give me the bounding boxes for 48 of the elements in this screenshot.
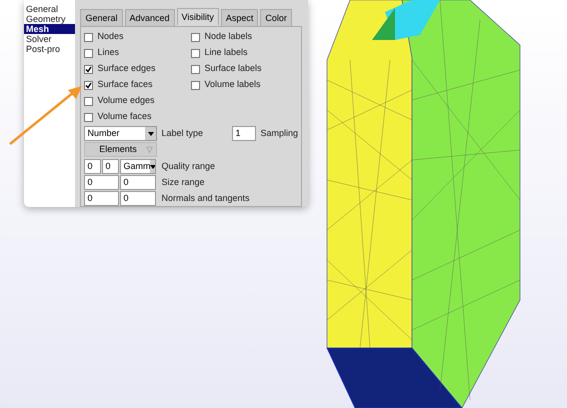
input-field[interactable]: 0: [84, 175, 120, 190]
checkbox-label: Nodes: [97, 30, 124, 44]
checkbox[interactable]: [191, 48, 200, 58]
checkbox-label: Volume faces: [97, 110, 152, 124]
checkbox[interactable]: [84, 96, 94, 106]
elements-button[interactable]: Elements ▽: [84, 142, 158, 157]
input-field[interactable]: 0: [120, 191, 156, 206]
checkbox[interactable]: [84, 48, 94, 58]
checkbox[interactable]: [191, 80, 200, 90]
sidebar-item[interactable]: Post-pro: [24, 44, 76, 54]
dropdown[interactable]: Gamm: [120, 159, 156, 174]
tab[interactable]: Color: [260, 9, 292, 26]
input-field[interactable]: 1: [232, 126, 256, 141]
sidebar-item[interactable]: Solver: [24, 34, 76, 44]
checkbox[interactable]: [191, 32, 200, 42]
checkbox-label: Volume labels: [204, 78, 261, 92]
checkbox-label: Surface labels: [204, 62, 262, 76]
sidebar-item[interactable]: General: [24, 4, 76, 14]
arrow-icon: [8, 84, 84, 146]
checkbox-label: Line labels: [204, 46, 248, 60]
checkbox[interactable]: [84, 32, 94, 42]
checkbox-label: Surface faces: [97, 78, 152, 92]
input-field[interactable]: 0: [84, 191, 120, 206]
checkbox[interactable]: [84, 80, 94, 90]
checkbox[interactable]: [191, 64, 200, 74]
sidebar-item[interactable]: Geometry: [24, 14, 76, 24]
field-label: Sampling: [260, 126, 298, 140]
checkbox[interactable]: [84, 64, 94, 74]
checkbox-label: Volume edges: [97, 94, 155, 108]
field-label: Label type: [161, 126, 204, 140]
field-label: Normals and tangents: [161, 192, 250, 205]
tab[interactable]: Advanced: [124, 9, 175, 26]
field-label: Size range: [161, 176, 204, 189]
checkbox-label: Node labels: [204, 30, 252, 44]
sidebar-item[interactable]: Mesh: [24, 24, 76, 34]
tab[interactable]: Aspect: [220, 9, 258, 26]
dropdown[interactable]: Number: [84, 126, 158, 141]
tab[interactable]: General: [80, 9, 122, 26]
field-label: Quality range: [161, 160, 215, 173]
checkbox-label: Surface edges: [97, 62, 156, 76]
input-field[interactable]: 0: [102, 159, 120, 174]
input-field[interactable]: 0: [120, 175, 156, 190]
caret-icon: [148, 132, 154, 136]
checkbox-label: Lines: [97, 46, 119, 60]
input-field[interactable]: 0: [84, 159, 102, 174]
tab[interactable]: Visibility: [176, 8, 219, 25]
checkbox[interactable]: [84, 112, 94, 122]
caret-icon: [150, 164, 156, 168]
